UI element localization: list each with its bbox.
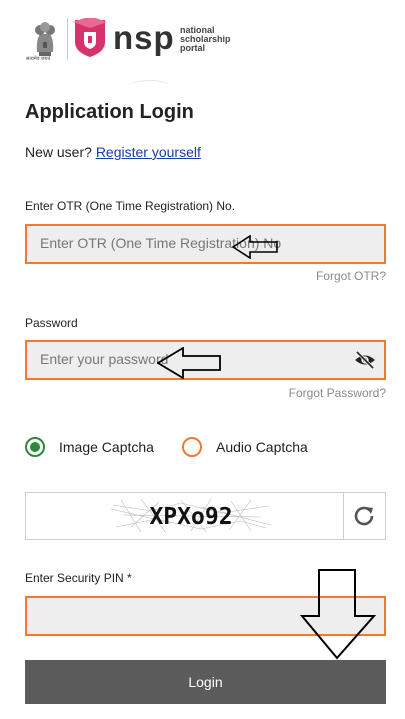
password-label: Password xyxy=(25,316,78,330)
register-link[interactable]: Register yourself xyxy=(96,144,201,160)
arrow-down-icon xyxy=(300,569,376,660)
refresh-icon[interactable] xyxy=(351,503,377,529)
password-placeholder: Enter your password xyxy=(40,351,169,367)
brand-name: nsp xyxy=(113,19,175,56)
header: सत्यमेव जयते nsp national scholarship po… xyxy=(26,14,386,64)
audio-captcha-radio[interactable] xyxy=(182,437,202,457)
new-user-text: New user? xyxy=(25,144,92,160)
captcha-text: XPXo92 xyxy=(149,504,232,530)
login-button[interactable]: Login xyxy=(25,660,386,704)
page-title: Application Login xyxy=(25,101,194,123)
forgot-otr-link[interactable]: Forgot OTR? xyxy=(316,269,386,283)
audio-captcha-label: Audio Captcha xyxy=(216,439,308,455)
otr-input[interactable]: Enter OTR (One Time Registration) No xyxy=(25,224,386,264)
otr-label: Enter OTR (One Time Registration) No. xyxy=(25,199,236,213)
pin-label: Enter Security PIN * xyxy=(25,571,132,585)
nsp-shield-icon xyxy=(73,18,107,57)
brand-sub-line: portal xyxy=(180,43,206,53)
password-input[interactable]: Enter your password xyxy=(25,340,386,380)
eye-slash-icon[interactable] xyxy=(354,351,376,369)
captcha-box: XPXo92 xyxy=(25,492,386,540)
arrow-left-icon xyxy=(232,235,278,259)
new-user-row: New user? Register yourself xyxy=(25,144,201,160)
image-captcha-radio[interactable] xyxy=(25,437,45,457)
arrow-left-icon xyxy=(157,347,221,379)
image-captcha-label: Image Captcha xyxy=(59,439,154,455)
brand-subtitle: national scholarship portal xyxy=(180,26,231,53)
captcha-image: XPXo92 xyxy=(111,498,271,534)
background-watermark xyxy=(130,80,170,92)
audio-captcha-option[interactable]: Audio Captcha xyxy=(182,436,308,458)
captcha-divider xyxy=(343,493,344,539)
forgot-password-link[interactable]: Forgot Password? xyxy=(289,386,386,400)
header-divider xyxy=(67,18,68,60)
image-captcha-option[interactable]: Image Captcha xyxy=(25,436,154,458)
emblem-caption: सत्यमेव जयते xyxy=(26,56,51,62)
